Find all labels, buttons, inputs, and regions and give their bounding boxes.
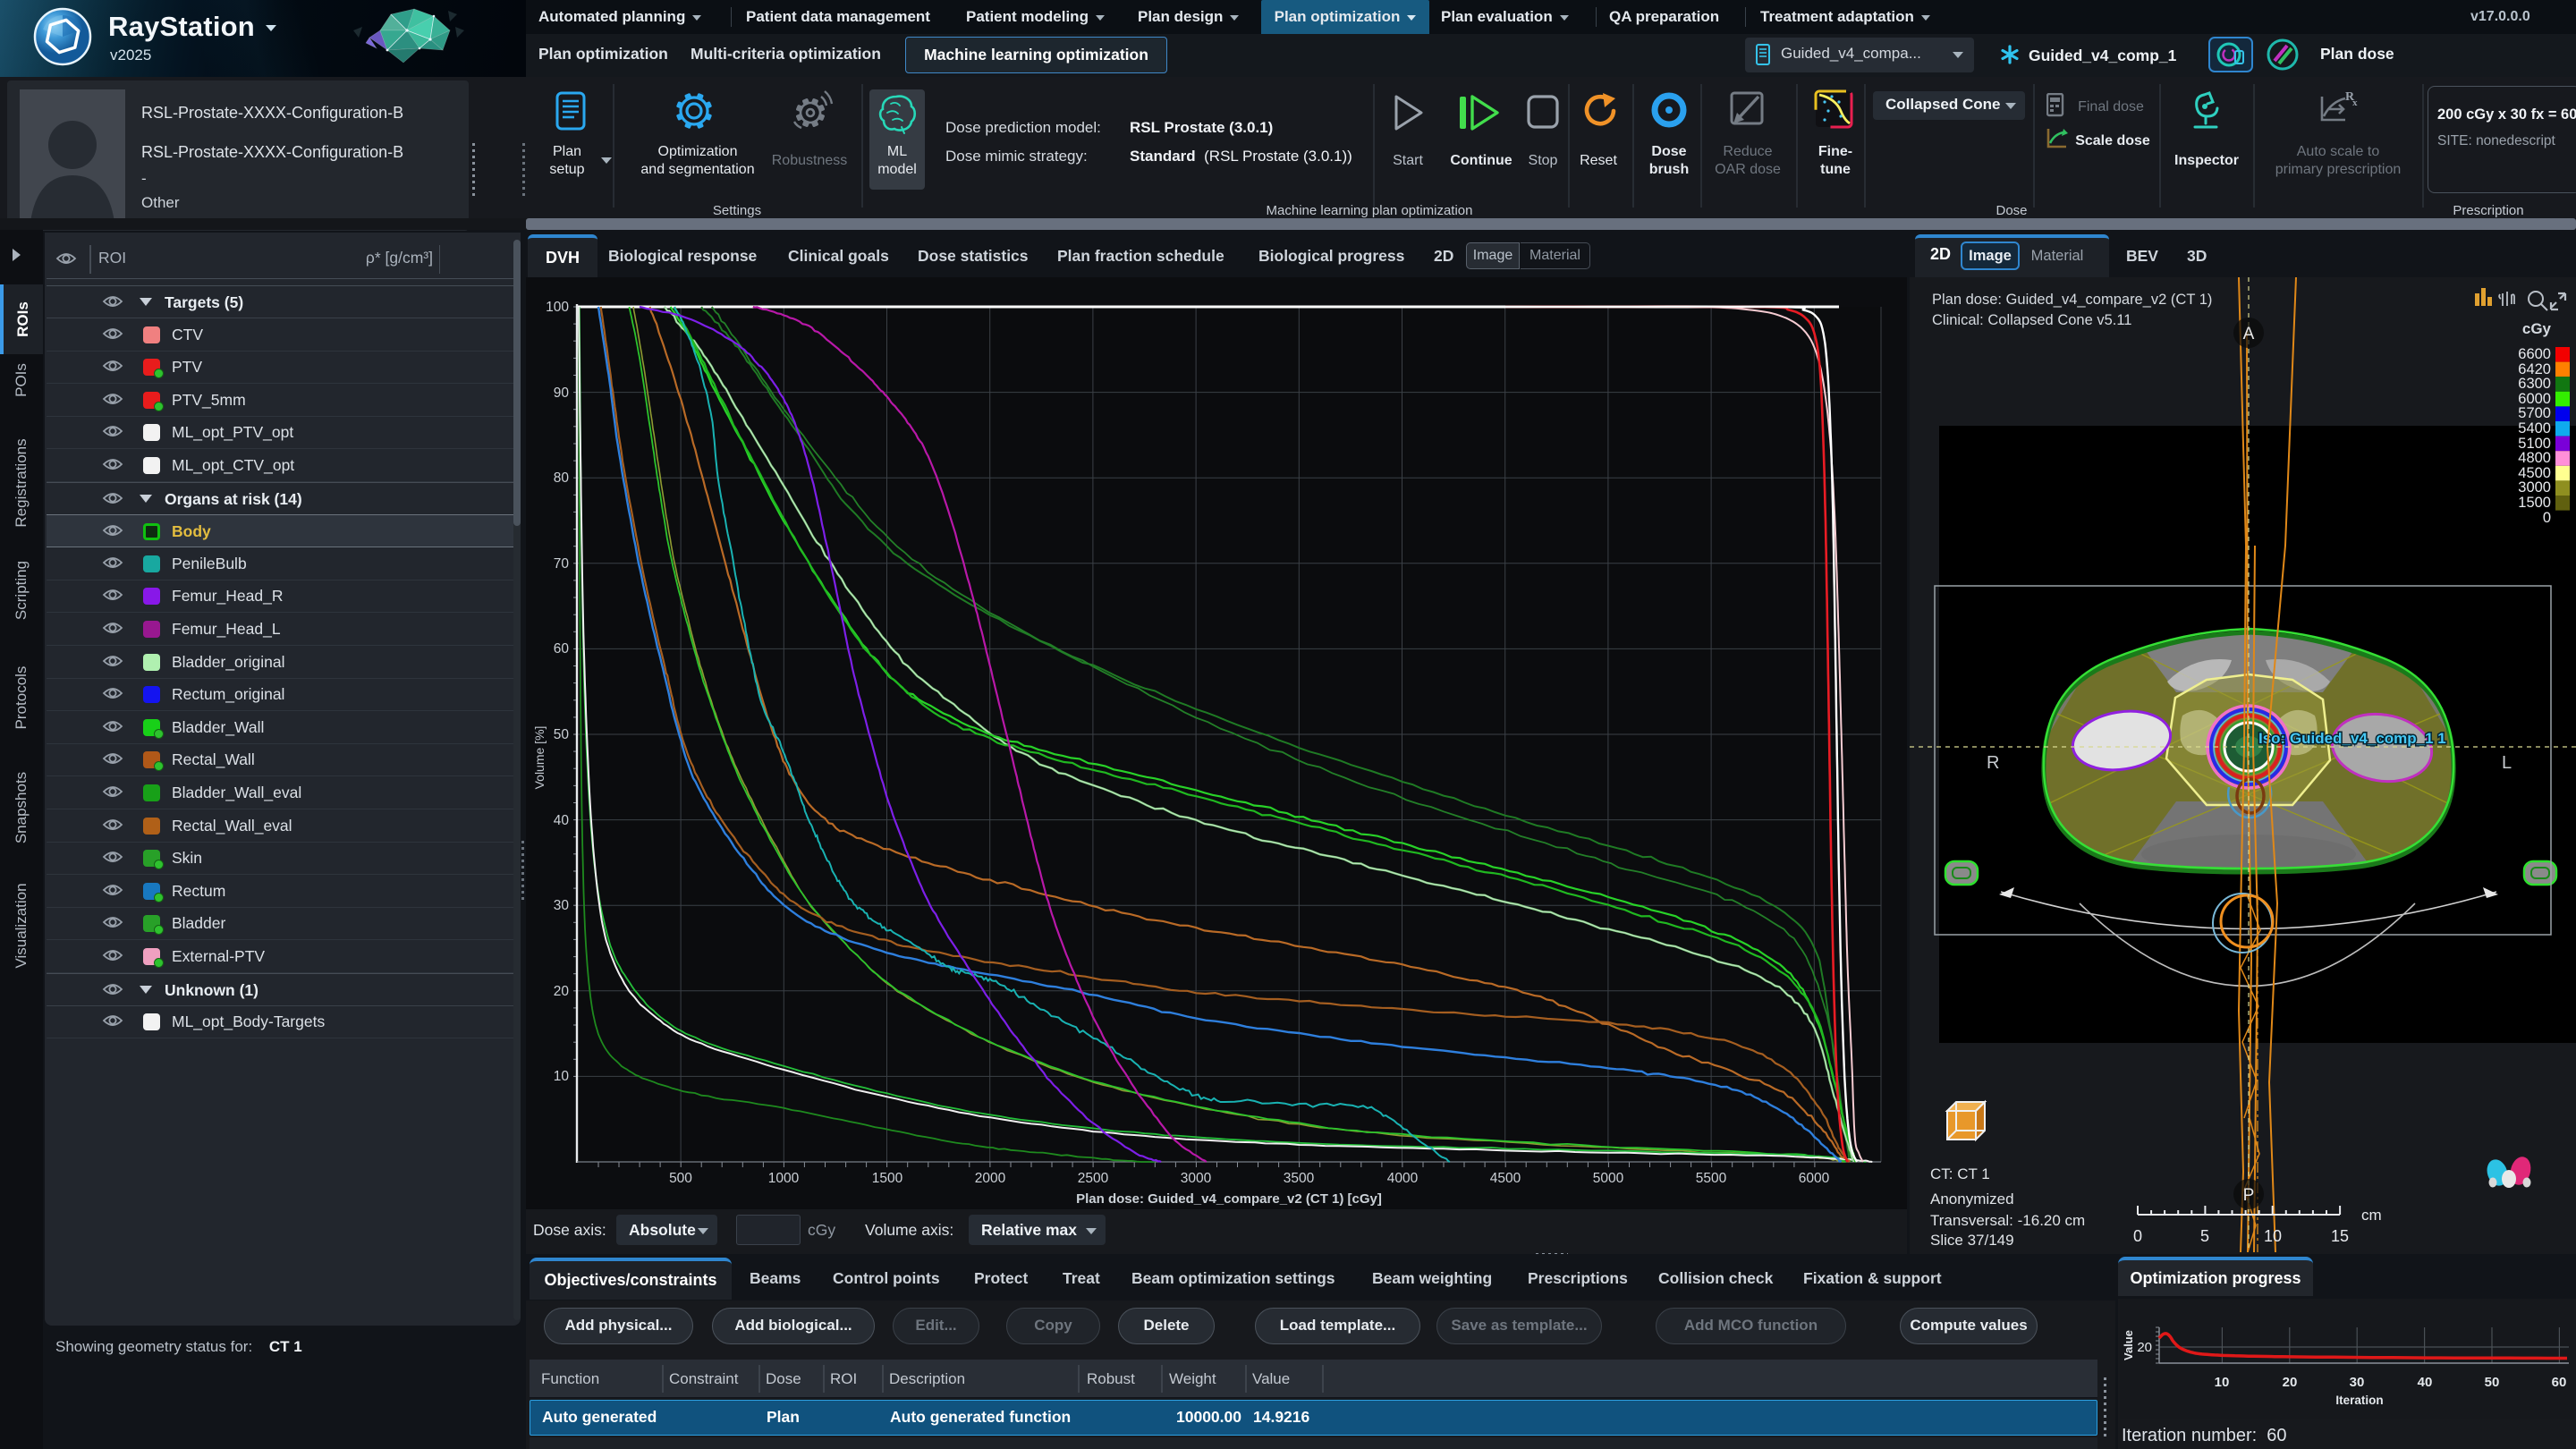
- svg-text:15: 15: [2331, 1227, 2349, 1245]
- svg-text:1500: 1500: [872, 1171, 903, 1186]
- svg-text:Plan dose: Guided_v4_compare_v: Plan dose: Guided_v4_compare_v2 (CT 1): [1932, 292, 2212, 308]
- svg-text:2000: 2000: [975, 1171, 1006, 1186]
- svg-text:60: 60: [554, 641, 570, 657]
- svg-text:3000: 3000: [1181, 1171, 1212, 1186]
- svg-text:500: 500: [669, 1171, 692, 1186]
- svg-text:30: 30: [2350, 1375, 2365, 1390]
- svg-text:cm: cm: [2361, 1207, 2382, 1224]
- svg-text:Volume [%]: Volume [%]: [532, 726, 547, 790]
- svg-text:5000: 5000: [1593, 1171, 1624, 1186]
- svg-text:4500: 4500: [1490, 1171, 1521, 1186]
- svg-text:P: P: [2243, 1186, 2255, 1205]
- svg-text:80: 80: [554, 470, 570, 486]
- svg-text:cGy: cGy: [2522, 320, 2552, 337]
- svg-text:40: 40: [2418, 1375, 2433, 1390]
- svg-text:1500: 1500: [2518, 495, 2551, 511]
- svg-text:CT: CT 1: CT: CT 1: [1930, 1165, 1990, 1182]
- svg-text:x: x: [2352, 97, 2358, 108]
- svg-text:Iso: Guided_v4_comp_1 1: Iso: Guided_v4_comp_1 1: [2258, 730, 2446, 747]
- svg-text:60: 60: [2552, 1375, 2567, 1390]
- svg-text:5: 5: [2200, 1227, 2209, 1245]
- svg-text:Anonymized: Anonymized: [1930, 1191, 2014, 1208]
- svg-text:30: 30: [554, 898, 570, 913]
- svg-text:1000: 1000: [768, 1171, 800, 1186]
- svg-text:0: 0: [2133, 1227, 2142, 1245]
- svg-text:4000: 4000: [1387, 1171, 1419, 1186]
- svg-text:50: 50: [2485, 1375, 2500, 1390]
- svg-text:R: R: [1987, 753, 1999, 773]
- svg-text:40: 40: [554, 813, 570, 828]
- svg-text:50: 50: [554, 727, 570, 742]
- svg-text:10: 10: [2215, 1375, 2230, 1390]
- svg-text:L: L: [2502, 753, 2512, 773]
- svg-text:6000: 6000: [1799, 1171, 1830, 1186]
- svg-text:Iteration: Iteration: [2335, 1394, 2383, 1407]
- svg-text:5400: 5400: [2518, 420, 2551, 436]
- svg-text:A: A: [2243, 325, 2255, 343]
- svg-text:5700: 5700: [2518, 405, 2551, 421]
- svg-text:3000: 3000: [2518, 479, 2551, 496]
- svg-text:6600: 6600: [2518, 346, 2551, 362]
- svg-text:5500: 5500: [1696, 1171, 1727, 1186]
- svg-text:20: 20: [554, 984, 570, 999]
- svg-text:Slice 37/149: Slice 37/149: [1930, 1232, 2014, 1249]
- svg-text:4800: 4800: [2518, 450, 2551, 466]
- svg-text:20: 20: [2137, 1340, 2152, 1355]
- svg-text:Transversal: -16.20 cm: Transversal: -16.20 cm: [1930, 1212, 2085, 1229]
- svg-text:70: 70: [554, 556, 570, 572]
- svg-text:0: 0: [2543, 510, 2551, 526]
- svg-text:3500: 3500: [1284, 1171, 1315, 1186]
- svg-text:2500: 2500: [1078, 1171, 1109, 1186]
- svg-text:6300: 6300: [2518, 376, 2551, 392]
- svg-text:20: 20: [2283, 1375, 2298, 1390]
- svg-text:Clinical: Collapsed Cone v5.11: Clinical: Collapsed Cone v5.11: [1932, 312, 2131, 328]
- svg-text:10: 10: [2264, 1227, 2282, 1245]
- svg-text:90: 90: [554, 386, 570, 401]
- svg-text:10: 10: [554, 1069, 570, 1084]
- svg-text:Plan dose: Guided_v4_compare_v: Plan dose: Guided_v4_compare_v2 (CT 1) […: [1076, 1191, 1382, 1207]
- svg-text:Value: Value: [2122, 1330, 2135, 1360]
- svg-text:100: 100: [546, 300, 569, 315]
